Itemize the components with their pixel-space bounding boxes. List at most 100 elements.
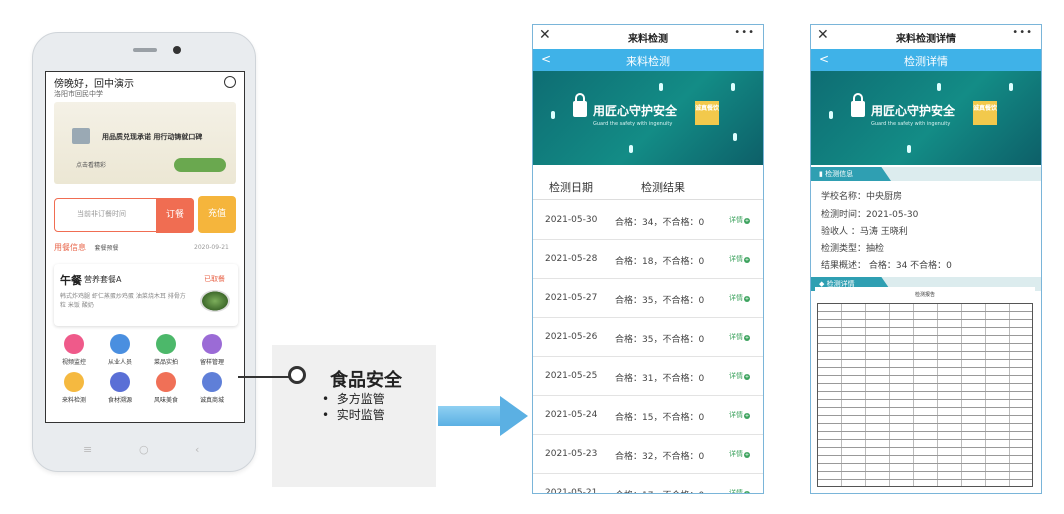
hero-title: 用匠心守护安全	[871, 104, 956, 118]
detail-link[interactable]: 详情 +	[729, 293, 750, 303]
row-date: 2021-05-28	[545, 254, 598, 264]
back-nav-icon[interactable]: ‹	[195, 443, 199, 456]
blue-header: < 检测详情	[811, 49, 1041, 71]
detail-link[interactable]: 详情 +	[729, 215, 750, 225]
feature-grid-item[interactable]: 食材溯源	[100, 372, 140, 404]
feature-icon	[156, 334, 176, 354]
row-date: 2021-05-26	[545, 332, 598, 342]
row-date: 2021-05-23	[545, 449, 598, 459]
meal-set-name: 营养套餐A	[84, 275, 122, 284]
row-result: 合格：35，不合格：0	[615, 296, 705, 306]
feature-grid-item[interactable]: 菜品实拍	[146, 334, 186, 366]
sparkle-icon	[731, 83, 735, 91]
inspection-row[interactable]: 2021-05-21 合格：17，不合格：0 详情+	[533, 474, 763, 494]
inspection-row[interactable]: 2021-05-25 合格：31，不合格：0 详情 +	[533, 357, 763, 396]
detail-link[interactable]: 详情 +	[729, 332, 750, 342]
tab-meal-info[interactable]: 用餐信息	[54, 243, 86, 252]
plus-circle-icon: +	[744, 218, 750, 224]
charge-button[interactable]: 充值	[198, 196, 236, 233]
feature-label: 风味美食	[153, 397, 178, 404]
row-date: 2021-05-27	[545, 293, 598, 303]
meal-description: 韩式炸鸡腿 虾仁蒸蛋炒鸡蛋 油菜烧木耳 排骨方粒 米饭 酸奶	[60, 293, 186, 309]
feature-grid-item[interactable]: 诚真商城	[192, 372, 232, 404]
inspection-row[interactable]: 2021-05-30 合格：34，不合格：0 详情 +	[533, 201, 763, 240]
more-icon[interactable]: •••	[1012, 27, 1033, 38]
feature-icon	[64, 372, 84, 392]
feature-icon	[202, 334, 222, 354]
inspection-row[interactable]: 2021-05-27 合格：35，不合格：0 详情 +	[533, 279, 763, 318]
report-image[interactable]: 检测报告	[815, 287, 1035, 489]
info-bullet: • 实时监管	[322, 408, 385, 422]
list-header: 检测日期 检测结果	[533, 171, 763, 200]
phone-mockup: 傍晚好，回中演示 洛阳市回民中学 用品质兑现承诺 用行动铸就口碑 点击看精彩 当…	[32, 32, 256, 472]
inspection-row[interactable]: 2021-05-28 合格：18，不合格：0 详情 +	[533, 240, 763, 279]
row-date: 2021-05-24	[545, 410, 598, 420]
meal-date: 2020-09-21	[194, 244, 229, 251]
row-result: 合格：32，不合格：0	[615, 452, 705, 462]
banner-cta: 点击看精彩	[76, 162, 107, 169]
lock-body	[851, 101, 865, 117]
sparkle-icon	[937, 83, 941, 91]
feature-grid-item[interactable]: 视频监控	[54, 334, 94, 366]
hero-banner: 用匠心守护安全 Guard the safety with ingenuity …	[811, 71, 1041, 165]
headset-icon[interactable]	[224, 76, 236, 88]
brand-badge: 诚真餐饮	[973, 101, 997, 125]
hero-title: 用匠心守护安全	[593, 104, 678, 118]
type-line: 检测类型：抽检	[821, 244, 885, 254]
meal-status: 已取餐	[204, 275, 225, 283]
inspection-row[interactable]: 2021-05-26 合格：35，不合格：0 详情 +	[533, 318, 763, 357]
inspection-list-screen: ✕ 来料检测 ••• < 来料检测 用匠心守护安全 Guard the safe…	[532, 24, 764, 494]
sparkle-icon	[733, 133, 737, 141]
detail-link[interactable]: 详情 +	[729, 410, 750, 420]
hero-subtitle: Guard the safety with ingenuity	[871, 121, 951, 127]
flow-arrow-icon	[500, 396, 528, 436]
feature-label: 视频监控	[61, 359, 86, 366]
brand-badge: 诚真餐饮	[695, 101, 719, 125]
sparkle-icon	[551, 111, 555, 119]
home-nav-icon[interactable]: ○	[139, 443, 149, 456]
feature-label: 食材溯源	[107, 397, 132, 404]
detail-label: 详情	[729, 216, 743, 224]
inspection-row[interactable]: 2021-05-24 合格：15，不合格：0 详情 +	[533, 396, 763, 435]
tab-set-meal[interactable]: 套餐预餐	[95, 245, 119, 252]
meal-card[interactable]: 午餐 营养套餐A 已取餐 韩式炸鸡腿 虾仁蒸蛋炒鸡蛋 油菜烧木耳 排骨方粒 米饭…	[54, 264, 238, 326]
detail-label: 详情	[729, 372, 743, 380]
phone-speaker	[133, 48, 157, 52]
row-result: 合格：35，不合格：0	[615, 335, 705, 345]
receiver-line: 验收人 ：马涛 王晓利	[821, 227, 908, 237]
sparkle-icon	[629, 145, 633, 153]
detail-link[interactable]: 详情 +	[729, 488, 750, 494]
carousel-dots	[134, 188, 164, 203]
order-button[interactable]: 订餐	[156, 198, 194, 233]
connector-line	[238, 376, 290, 378]
report-title: 检测报告	[914, 292, 935, 298]
top-bar: ✕ 来料检测 •••	[533, 25, 763, 50]
detail-label: 详情	[729, 489, 743, 494]
detail-link[interactable]: 详情 +	[729, 371, 750, 381]
plus-circle-icon: +	[744, 491, 750, 493]
section-detection-info: ▮ 检测信息	[811, 167, 891, 181]
more-icon[interactable]: •••	[734, 27, 755, 38]
meal-tabs: 用餐信息 套餐预餐	[54, 242, 119, 253]
feature-grid-item[interactable]: 从业人员	[100, 334, 140, 366]
row-date: 2021-05-30	[545, 215, 598, 225]
row-result: 合格：31，不合格：0	[615, 374, 705, 384]
promo-banner[interactable]: 用品质兑现承诺 用行动铸就口碑 点击看精彩	[54, 102, 236, 184]
plus-circle-icon: +	[744, 335, 750, 341]
phone-camera	[173, 46, 181, 54]
feature-grid-item[interactable]: 风味美食	[146, 372, 186, 404]
top-title: 来料检测	[628, 34, 668, 45]
menu-nav-icon[interactable]: ≡	[83, 443, 92, 456]
meal-plate-image	[200, 290, 230, 312]
feature-grid-item[interactable]: 留样管理	[192, 334, 232, 366]
row-result: 合格：15，不合格：0	[615, 413, 705, 423]
detail-link[interactable]: 详情 +	[729, 449, 750, 459]
inspection-row[interactable]: 2021-05-23 合格：32，不合格：0 详情 +	[533, 435, 763, 474]
feature-grid-item[interactable]: 来料检测	[54, 372, 94, 404]
row-result: 合格：34，不合格：0	[615, 218, 705, 228]
detail-link[interactable]: 详情 +	[729, 254, 750, 264]
inspection-detail-screen: ✕ 来料检测详情 ••• < 检测详情 用匠心守护安全 Guard the sa…	[810, 24, 1042, 494]
time-line: 检测时间：2021-05-30	[821, 210, 919, 220]
building-icon	[72, 128, 90, 144]
feature-icon	[156, 372, 176, 392]
